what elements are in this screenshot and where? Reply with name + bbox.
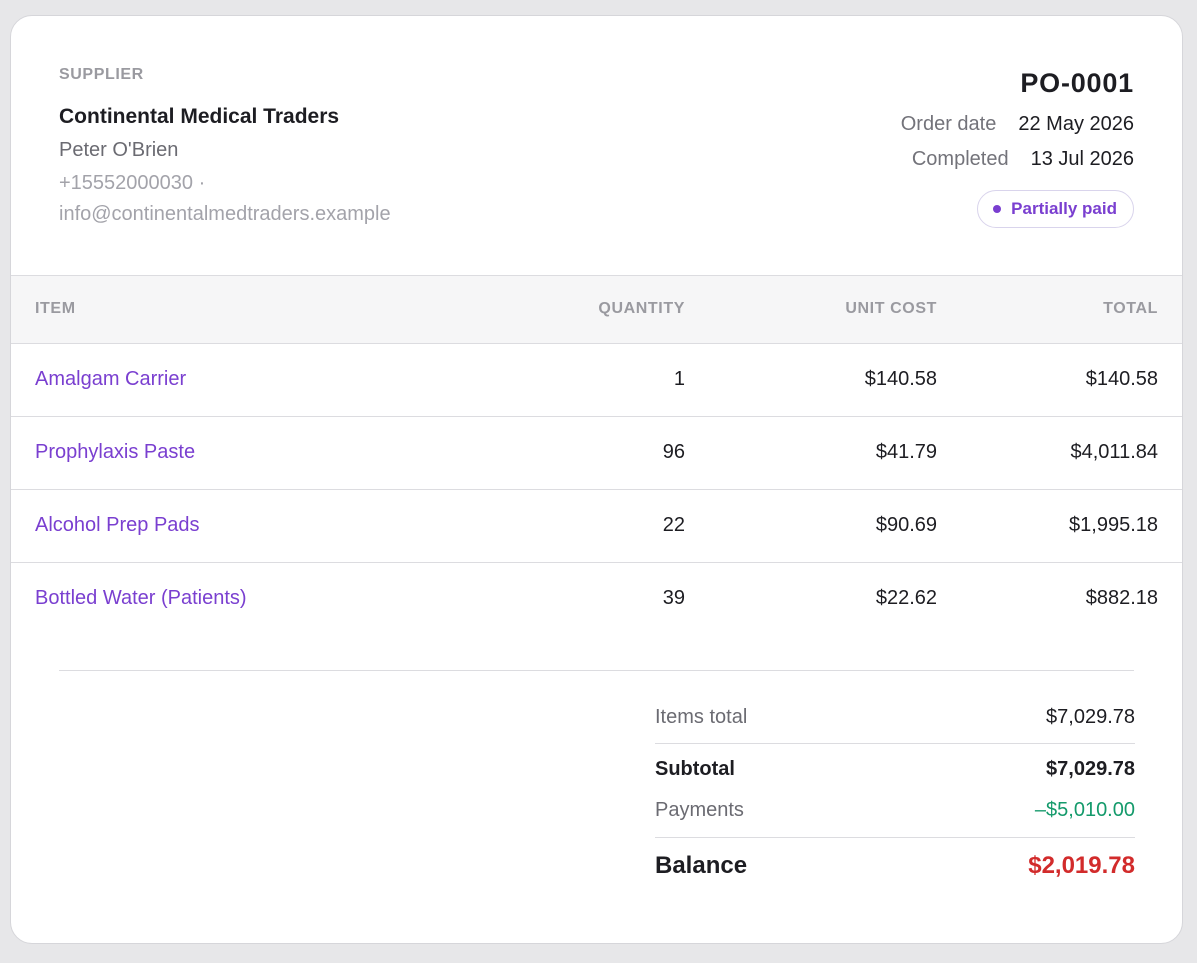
purchase-order-card: SUPPLIER Continental Medical Traders Pet… <box>10 15 1183 944</box>
balance-label: Balance <box>655 852 748 879</box>
supplier-block: SUPPLIER Continental Medical Traders Pet… <box>59 66 391 226</box>
line-items-table: ITEM QUANTITY UNIT COST TOTAL Amalgam Ca… <box>11 276 1182 635</box>
item-unit-cost: $90.69 <box>875 514 937 536</box>
payments-row: Payments –$5,010.00 <box>655 799 1135 838</box>
supplier-phone: +15552000030 · <box>59 172 206 194</box>
order-date-row: Order date 22 May 2026 <box>901 113 1134 136</box>
completed-date-row: Completed 13 Jul 2026 <box>901 148 1134 171</box>
column-header-quantity: QUANTITY <box>598 300 685 318</box>
item-link[interactable]: Bottled Water (Patients) <box>35 587 247 609</box>
po-number: PO-0001 <box>1020 68 1134 98</box>
supplier-label: SUPPLIER <box>59 66 144 83</box>
order-header: SUPPLIER Continental Medical Traders Pet… <box>11 16 1182 276</box>
column-header-total: TOTAL <box>1103 300 1158 318</box>
item-total: $882.18 <box>1085 587 1158 610</box>
items-total-label: Items total <box>655 706 748 728</box>
payments-label: Payments <box>655 799 744 821</box>
subtotal-label: Subtotal <box>655 758 735 780</box>
supplier-name: Continental Medical Traders <box>59 105 340 128</box>
table-header-row: ITEM QUANTITY UNIT COST TOTAL <box>11 276 1182 343</box>
supplier-email: info@continentalmedtraders.example <box>59 203 391 225</box>
table-row: Alcohol Prep Pads 22 $90.69 $1,995.18 <box>11 489 1182 562</box>
table-row: Amalgam Carrier 1 $140.58 $140.58 <box>11 343 1182 416</box>
column-header-item: ITEM <box>35 300 76 318</box>
item-unit-cost: $22.62 <box>875 587 937 610</box>
table-row: Prophylaxis Paste 96 $41.79 $4,011.84 <box>11 416 1182 489</box>
status-badge: Partially paid <box>977 190 1134 228</box>
order-date-value: 22 May 2026 <box>1018 113 1134 135</box>
order-meta: PO-0001 Order date 22 May 2026 Completed 1… <box>901 68 1134 228</box>
order-date-label: Order date <box>900 113 997 135</box>
supplier-contact-name: Peter O'Brien <box>59 139 179 161</box>
item-quantity: 22 <box>662 514 685 536</box>
item-total: $4,011.84 <box>1070 441 1159 463</box>
item-link[interactable]: Alcohol Prep Pads <box>35 514 200 536</box>
item-link[interactable]: Amalgam Carrier <box>35 368 186 390</box>
subtotal-row: Subtotal $7,029.78 <box>655 758 1135 781</box>
status-dot-icon <box>993 205 1002 213</box>
balance-row: Balance $2,019.78 <box>655 852 1135 880</box>
item-unit-cost: $140.58 <box>864 368 937 390</box>
item-total: $140.58 <box>1085 368 1158 390</box>
items-total-value: $7,029.78 <box>1046 706 1135 728</box>
table-row: Bottled Water (Patients) 39 $22.62 $882.… <box>11 562 1182 635</box>
completed-label: Completed <box>911 148 1009 170</box>
totals-summary: Items total $7,029.78 Subtotal $7,029.78… <box>655 706 1135 880</box>
column-header-unit-cost: UNIT COST <box>845 300 937 318</box>
item-quantity: 39 <box>662 587 685 610</box>
totals-divider <box>59 670 1134 671</box>
item-link[interactable]: Prophylaxis Paste <box>35 441 195 463</box>
status-badge-label: Partially paid <box>1011 199 1117 218</box>
item-quantity: 96 <box>662 441 685 463</box>
subtotal-value: $7,029.78 <box>1046 758 1135 780</box>
item-total: $1,995.18 <box>1069 514 1158 536</box>
balance-value: $2,019.78 <box>1028 852 1135 879</box>
payments-value: –$5,010.00 <box>1034 799 1135 821</box>
item-quantity: 1 <box>673 368 685 390</box>
completed-date-value: 13 Jul 2026 <box>1030 148 1134 170</box>
items-total-row: Items total $7,029.78 <box>655 706 1135 744</box>
item-unit-cost: $41.79 <box>875 441 937 463</box>
